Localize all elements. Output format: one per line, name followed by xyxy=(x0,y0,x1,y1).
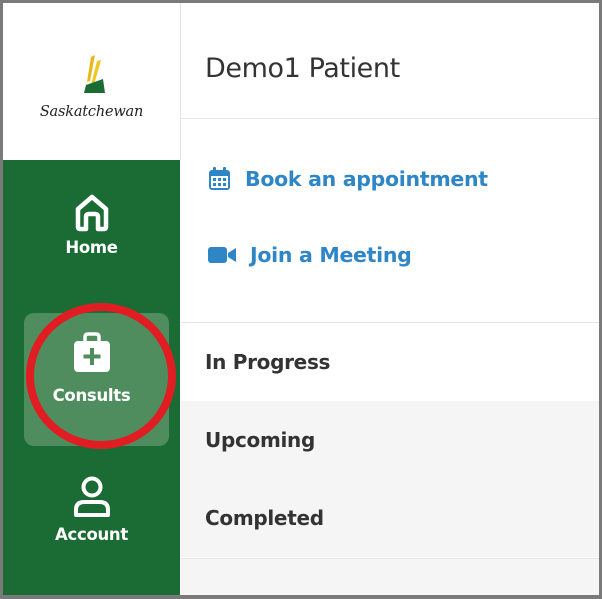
content-area xyxy=(181,559,599,595)
logo-area: Saskatchewan xyxy=(3,3,181,160)
app-window: Saskatchewan Home Consults Account Demo1… xyxy=(0,0,602,599)
sidebar-item-label: Account xyxy=(55,525,128,544)
sidebar-item-consults[interactable]: Consults xyxy=(3,332,180,405)
tab-upcoming[interactable]: Upcoming xyxy=(181,401,599,479)
wheat-sheaf-logo xyxy=(84,55,105,93)
video-camera-icon xyxy=(208,247,236,263)
sidebar-item-label: Home xyxy=(65,238,118,257)
join-meeting-link[interactable]: Join a Meeting xyxy=(208,243,412,267)
medical-case-icon xyxy=(73,332,110,372)
book-appointment-link[interactable]: Book an appointment xyxy=(208,167,488,191)
home-icon xyxy=(75,194,108,232)
tab-completed[interactable]: Completed xyxy=(181,479,599,557)
patient-name: Demo1 Patient xyxy=(205,53,400,84)
sidebar: Home Consults Account xyxy=(3,160,180,595)
tab-in-progress[interactable]: In Progress xyxy=(181,323,599,401)
book-appointment-label: Book an appointment xyxy=(245,167,488,191)
sidebar-item-home[interactable]: Home xyxy=(3,192,180,257)
join-meeting-label: Join a Meeting xyxy=(250,243,412,267)
header: Demo1 Patient xyxy=(181,3,599,119)
user-icon xyxy=(73,476,110,517)
sidebar-item-label: Consults xyxy=(52,386,131,405)
sidebar-item-account[interactable]: Account xyxy=(3,475,180,544)
calendar-icon xyxy=(209,167,230,190)
logo-text: Saskatchewan xyxy=(39,104,144,120)
